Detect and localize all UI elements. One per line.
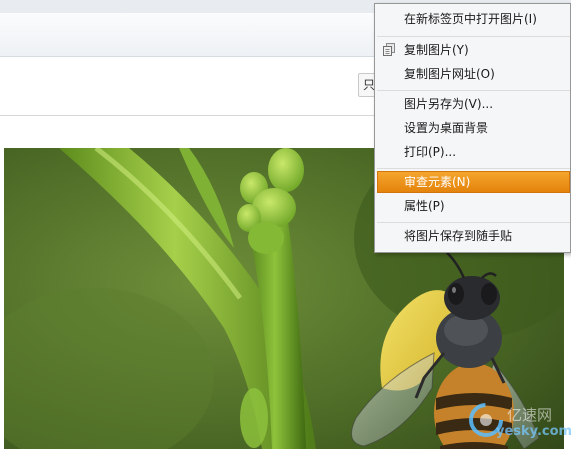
copy-icon [383, 43, 395, 56]
menu-item-copy-image[interactable]: 复制图片(Y) [377, 39, 570, 61]
watermark-site-url: yesky.com [496, 424, 571, 439]
menu-item-open-image-new-tab[interactable]: 在新标签页中打开图片(I) [377, 8, 570, 30]
menu-item-copy-image-url[interactable]: 复制图片网址(O) [377, 63, 570, 85]
menu-item-set-desktop-background[interactable]: 设置为桌面背景 [377, 117, 570, 139]
menu-item-label: 在新标签页中打开图片(I) [404, 12, 537, 26]
menu-item-label: 复制图片(Y) [404, 43, 469, 57]
menu-item-print[interactable]: 打印(P)... [377, 141, 570, 163]
menu-item-label: 属性(P) [404, 199, 445, 213]
menu-item-label: 复制图片网址(O) [404, 67, 495, 81]
menu-item-inspect-element[interactable]: 审查元素(N) [377, 171, 570, 193]
menu-item-label: 审查元素(N) [404, 175, 471, 189]
menu-item-save-image-as[interactable]: 图片另存为(V)... [377, 93, 570, 115]
context-menu: 在新标签页中打开图片(I) 复制图片(Y) 复制图片网址(O) 图片另存为(V)… [374, 3, 571, 253]
menu-item-label: 图片另存为(V)... [404, 97, 494, 111]
menu-item-label: 打印(P)... [404, 145, 457, 159]
menu-separator [377, 36, 570, 37]
menu-item-properties[interactable]: 属性(P) [377, 195, 570, 217]
menu-separator [377, 90, 570, 91]
menu-item-save-to-notes[interactable]: 将图片保存到随手贴 [377, 225, 570, 247]
menu-item-label: 设置为桌面背景 [404, 121, 489, 135]
menu-separator [377, 168, 570, 169]
menu-item-label: 将图片保存到随手贴 [404, 229, 513, 243]
menu-separator [377, 222, 570, 223]
watermark-site-name: 亿速网 [507, 406, 553, 424]
